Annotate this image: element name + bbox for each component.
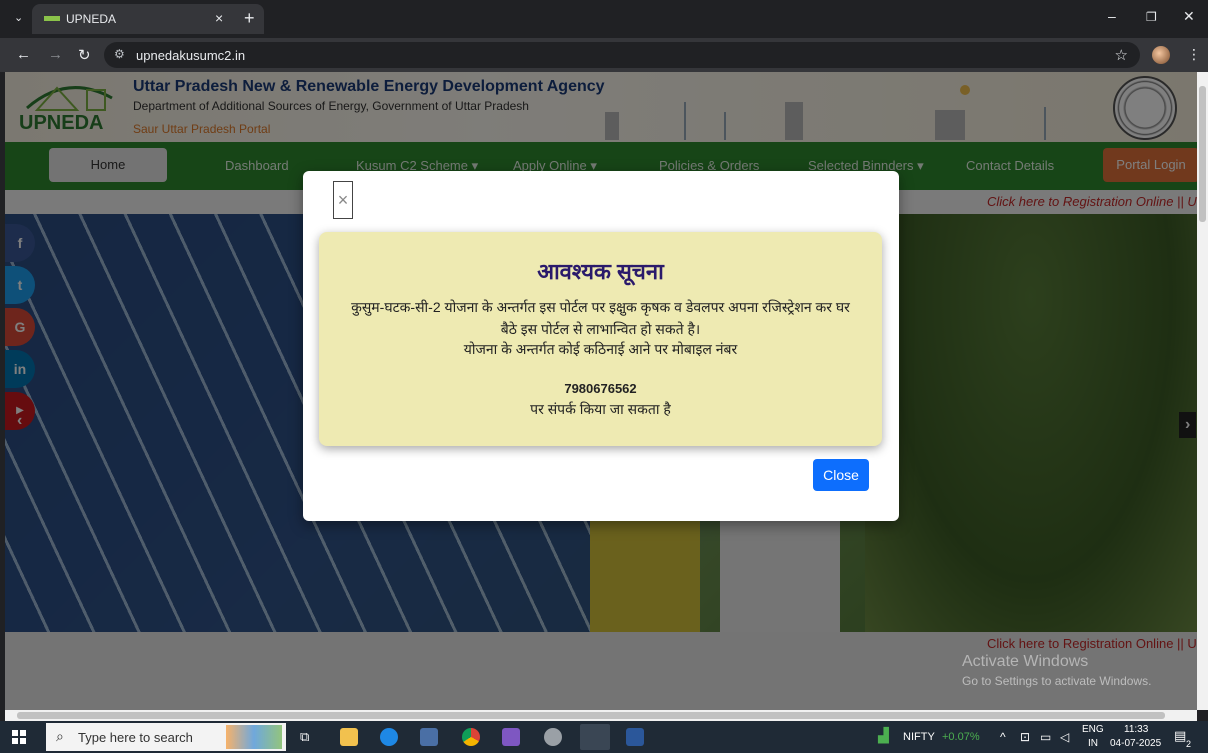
back-arrow-icon[interactable]: ← (16, 46, 31, 63)
file-explorer-icon[interactable] (340, 728, 358, 746)
url-text: upnedakusumc2.in (136, 48, 246, 63)
page-viewport: UPNEDA Uttar Pradesh New & Renewable Ene… (5, 72, 1197, 710)
chrome-icon[interactable] (462, 728, 480, 746)
activate-windows-subtitle: Go to Settings to activate Windows. (962, 674, 1152, 688)
nifty-label[interactable]: NIFTY (903, 731, 935, 743)
horizontal-scrollbar[interactable] (5, 710, 1197, 721)
windows-start-icon[interactable] (12, 730, 26, 744)
horizontal-scroll-thumb[interactable] (17, 712, 1165, 719)
site-info-icon[interactable]: ⚙ (114, 47, 125, 61)
edge-icon[interactable] (380, 728, 398, 746)
notice-line-2: बैठे इस पोर्टल से लाभान्वित हो सकते है। (500, 321, 701, 337)
search-icon: ⌕ (56, 728, 64, 744)
search-highlight-image (226, 725, 282, 749)
browser-tab[interactable]: UPNEDA × (32, 4, 264, 34)
language-in[interactable]: IN (1088, 738, 1098, 749)
search-placeholder: Type here to search (78, 730, 193, 745)
restore-button[interactable]: ❐ (1146, 10, 1157, 24)
profile-avatar[interactable] (1152, 46, 1170, 64)
notice-line-4: पर संपर्क किया जा सकता है (530, 401, 671, 417)
notice-heading: आवश्यक सूचना (537, 259, 664, 284)
tab-title: UPNEDA (66, 12, 117, 26)
volume-icon[interactable]: ◁ (1060, 730, 1069, 744)
tab-close-icon[interactable]: × (215, 10, 223, 26)
display-icon[interactable]: ▭ (1040, 730, 1051, 744)
notice-card: आवश्यक सूचना कुसुम-घटक-सी-2 योजना के अन्… (319, 232, 882, 446)
tray-chevron-icon[interactable]: ^ (1000, 730, 1006, 744)
activate-windows-title: Activate Windows (962, 653, 1089, 670)
bookmark-star-icon[interactable]: ☆ (1115, 46, 1128, 64)
notice-phone-number: 7980676562 (564, 381, 637, 396)
app-icon[interactable] (544, 728, 562, 746)
new-tab-button[interactable]: + (244, 8, 255, 29)
minimize-button[interactable]: – (1108, 8, 1116, 24)
modal-close-x-button[interactable]: × (333, 181, 353, 219)
window-close-button[interactable]: ✕ (1183, 8, 1195, 25)
vertical-scroll-thumb[interactable] (1199, 86, 1206, 222)
address-bar[interactable]: ⚙ upnedakusumc2.in ☆ (104, 42, 1140, 68)
word-icon[interactable] (626, 728, 644, 746)
active-chrome-slot[interactable] (580, 724, 610, 750)
browser-toolbar: ← → ↻ ⚙ upnedakusumc2.in ☆ ⋮ (0, 38, 1208, 72)
network-icon[interactable]: ⊡ (1020, 730, 1030, 744)
notification-icon[interactable]: ▤ (1174, 728, 1186, 744)
visual-studio-icon[interactable] (502, 728, 520, 746)
store-icon[interactable] (420, 728, 438, 746)
task-view-icon[interactable]: ⧉ (300, 729, 309, 745)
clock-time[interactable]: 11:33 (1124, 724, 1148, 735)
notice-modal: × आवश्यक सूचना कुसुम-घटक-सी-2 योजना के अ… (303, 171, 899, 521)
language-eng[interactable]: ENG (1082, 724, 1104, 735)
notice-line-3: योजना के अन्तर्गत कोई कठिनाई आने पर मोबा… (463, 341, 738, 357)
stock-chart-icon: ▟ (878, 727, 889, 743)
favicon-icon (44, 16, 60, 21)
reload-icon[interactable]: ↻ (78, 46, 91, 64)
forward-arrow-icon[interactable]: → (48, 46, 63, 63)
clock-date[interactable]: 04-07-2025 (1110, 738, 1161, 749)
nifty-change[interactable]: +0.07% (942, 731, 980, 743)
windows-taskbar: ⌕ Type here to search ⧉ ▟ NIFTY +0.07% ^… (0, 721, 1208, 753)
browser-menu-icon[interactable]: ⋮ (1187, 46, 1201, 63)
notice-line-1: कुसुम-घटक-सी-2 योजना के अन्तर्गत इस पोर्… (351, 299, 850, 315)
tab-strip: ⌄ UPNEDA × + – ❐ ✕ (0, 0, 1208, 38)
vertical-scrollbar[interactable] (1197, 72, 1208, 710)
notification-count: 2 (1186, 739, 1192, 749)
modal-close-button[interactable]: Close (813, 459, 869, 491)
taskbar-search-box[interactable]: ⌕ Type here to search (46, 723, 286, 751)
tab-search-chevron-icon[interactable]: ⌄ (14, 11, 23, 24)
